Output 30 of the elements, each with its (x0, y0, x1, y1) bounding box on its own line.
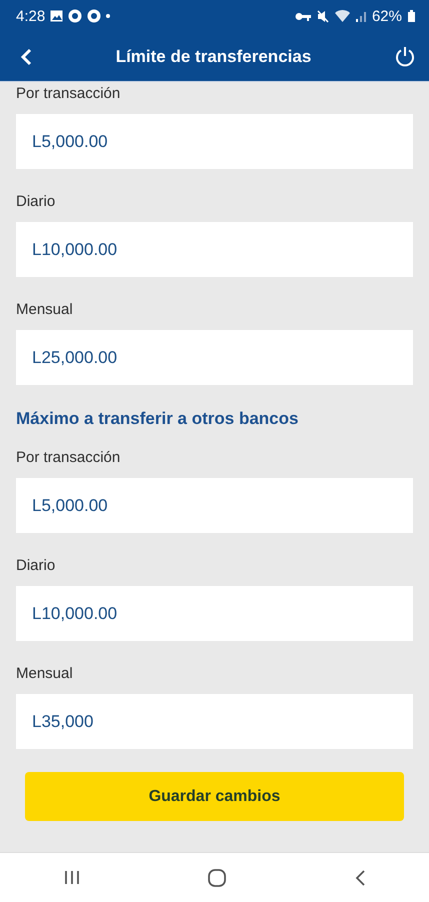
battery-icon (408, 10, 415, 22)
amount-field[interactable]: L10,000.00 (16, 586, 413, 641)
field-label: Diario (16, 192, 56, 212)
save-button[interactable]: Guardar cambios (25, 772, 404, 821)
field-label: Por transacción (16, 448, 122, 468)
dot-icon (106, 14, 110, 18)
amount-field[interactable]: L10,000.00 (16, 222, 413, 277)
field-label: Diario (16, 556, 56, 576)
status-time: 4:28 (16, 8, 46, 24)
screen-title: Límite de transferencias (114, 46, 312, 66)
home-icon[interactable] (208, 868, 226, 886)
signal-icon (356, 10, 366, 22)
mute-icon (316, 10, 329, 22)
app-icon (87, 9, 102, 23)
app-icon (68, 9, 82, 23)
recent-apps-icon[interactable] (64, 870, 80, 885)
image-icon (50, 10, 64, 22)
battery-level: 62% (372, 8, 402, 24)
back-icon[interactable] (354, 870, 365, 886)
amount-field[interactable]: L5,000.00 (16, 114, 413, 169)
amount-field[interactable]: L25,000.00 (16, 330, 413, 385)
wifi-icon (334, 10, 350, 22)
field-label: Por transacción (16, 84, 122, 104)
amount-field[interactable]: L5,000.00 (16, 478, 413, 533)
field-label: Mensual (16, 300, 74, 320)
power-icon[interactable] (395, 46, 415, 67)
key-icon (294, 12, 311, 20)
section-heading: Máximo a transferir a otros bancos (16, 408, 300, 430)
amount-field[interactable]: L35,000 (16, 694, 413, 749)
field-label: Mensual (16, 664, 74, 684)
